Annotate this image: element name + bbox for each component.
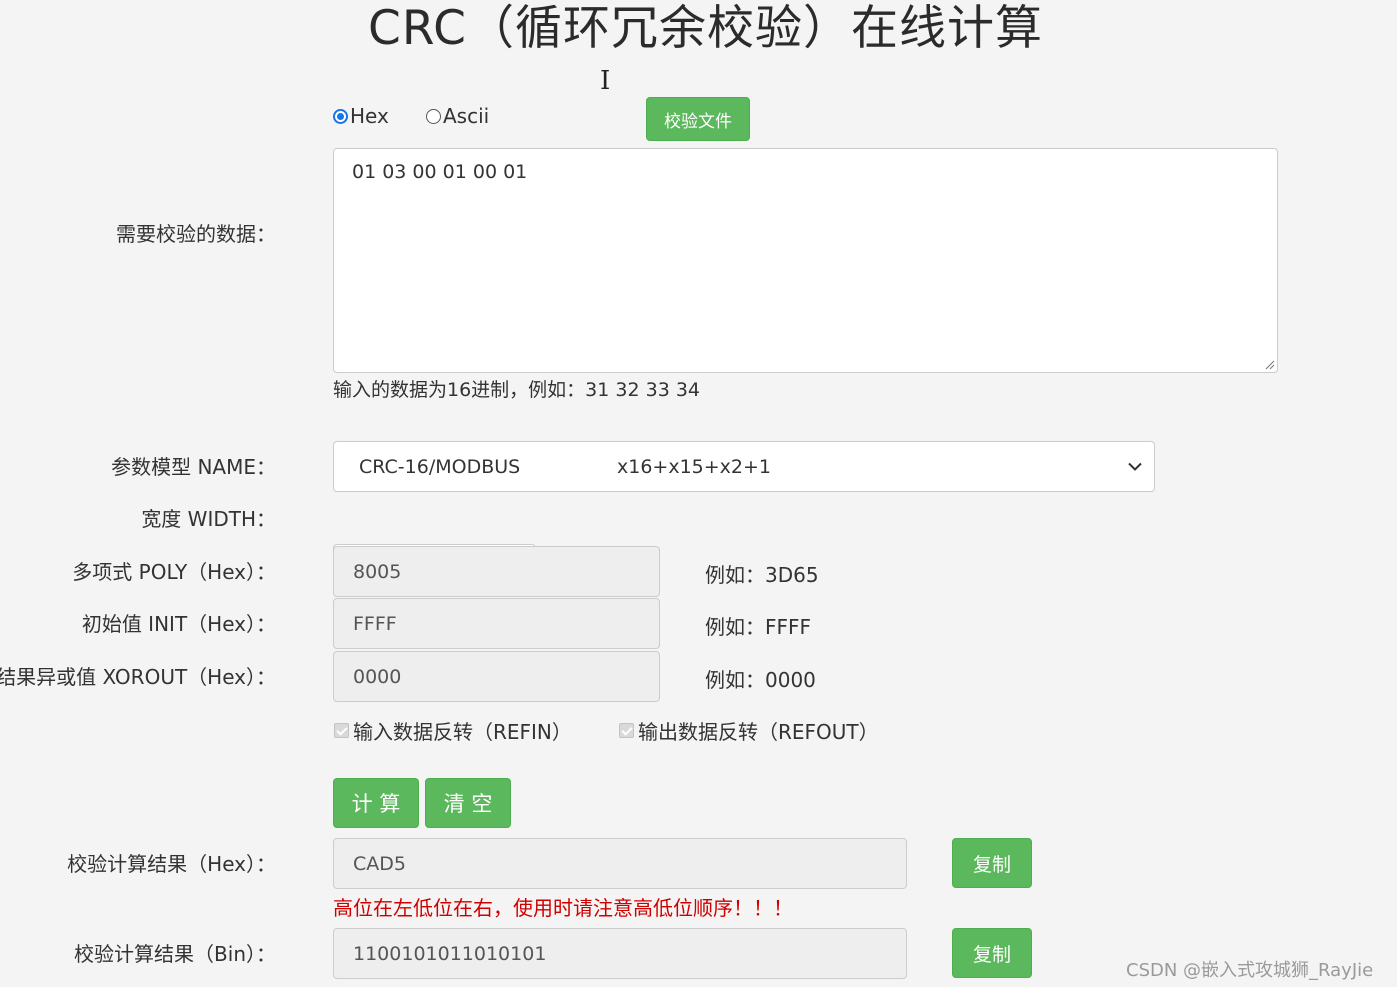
poly-label: 多项式 POLY（Hex）： <box>72 560 276 584</box>
calculate-button[interactable]: 计 算 <box>333 778 419 828</box>
radio-hex-indicator[interactable] <box>333 108 348 124</box>
init-input[interactable]: FFFF <box>333 598 660 649</box>
init-example: 例如：FFFF <box>705 615 812 639</box>
refout-check-indicator[interactable] <box>619 723 634 738</box>
radio-hex-label: Hex <box>350 104 389 128</box>
copy-hex-button[interactable]: 复制 <box>952 838 1032 888</box>
resize-grip-icon[interactable] <box>1263 358 1275 370</box>
data-textarea-value: 01 03 00 01 00 01 <box>352 161 528 183</box>
data-label: 需要校验的数据： <box>116 222 276 246</box>
verify-file-button[interactable]: 校验文件 <box>646 97 750 141</box>
poly-example: 例如：3D65 <box>705 563 819 587</box>
param-model-formula: x16+x15+x2+1 <box>617 455 772 478</box>
param-model-name: CRC-16/MODBUS <box>359 455 521 478</box>
data-hint: 输入的数据为16进制，例如：31 32 33 34 <box>333 379 701 401</box>
refin-checkbox[interactable]: 输入数据反转（REFIN） <box>334 716 572 745</box>
init-label: 初始值 INIT（Hex）： <box>81 612 276 636</box>
result-bin-value: 1100101011010101 <box>353 942 547 965</box>
xorout-input[interactable]: 0000 <box>333 651 660 702</box>
result-bin-output[interactable]: 1100101011010101 <box>333 928 907 979</box>
page-title: CRC（循环冗余校验）在线计算 <box>368 1 1043 56</box>
result-hex-value: CAD5 <box>353 852 406 875</box>
radio-ascii-label: Ascii <box>443 104 490 128</box>
radio-ascii[interactable]: Ascii <box>426 104 489 128</box>
xorout-value: 0000 <box>353 665 402 688</box>
refout-label: 输出数据反转（REFOUT） <box>638 720 879 744</box>
radio-hex[interactable]: Hex <box>333 104 389 128</box>
text-cursor-icon: I <box>600 66 611 96</box>
width-label: 宽度 WIDTH： <box>141 507 276 531</box>
init-value: FFFF <box>353 612 397 635</box>
param-model-select[interactable]: CRC-16/MODBUS x16+x15+x2+1 <box>333 441 1155 492</box>
bit-order-warning: 高位在左低位在右，使用时请注意高低位顺序！！！ <box>333 896 793 920</box>
result-hex-output[interactable]: CAD5 <box>333 838 907 889</box>
copy-bin-button[interactable]: 复制 <box>952 928 1032 978</box>
clear-button[interactable]: 清 空 <box>425 778 511 828</box>
xorout-example: 例如：0000 <box>705 668 816 692</box>
csdn-watermark: CSDN @嵌入式攻城狮_RayJie <box>1126 960 1374 981</box>
param-model-label: 参数模型 NAME： <box>111 455 276 479</box>
result-bin-label: 校验计算结果（Bin）： <box>74 942 276 966</box>
poly-input[interactable]: 8005 <box>333 546 660 597</box>
refin-check-indicator[interactable] <box>334 723 349 738</box>
poly-value: 8005 <box>353 560 402 583</box>
result-hex-label: 校验计算结果（Hex）： <box>67 852 276 876</box>
refin-label: 输入数据反转（REFIN） <box>353 720 572 744</box>
radio-ascii-indicator[interactable] <box>426 108 441 124</box>
refout-checkbox[interactable]: 输出数据反转（REFOUT） <box>619 716 879 745</box>
chevron-down-icon <box>1128 462 1142 471</box>
xorout-label: 结果异或值 XOROUT（Hex）： <box>0 665 276 689</box>
data-textarea[interactable]: 01 03 00 01 00 01 <box>333 148 1278 373</box>
